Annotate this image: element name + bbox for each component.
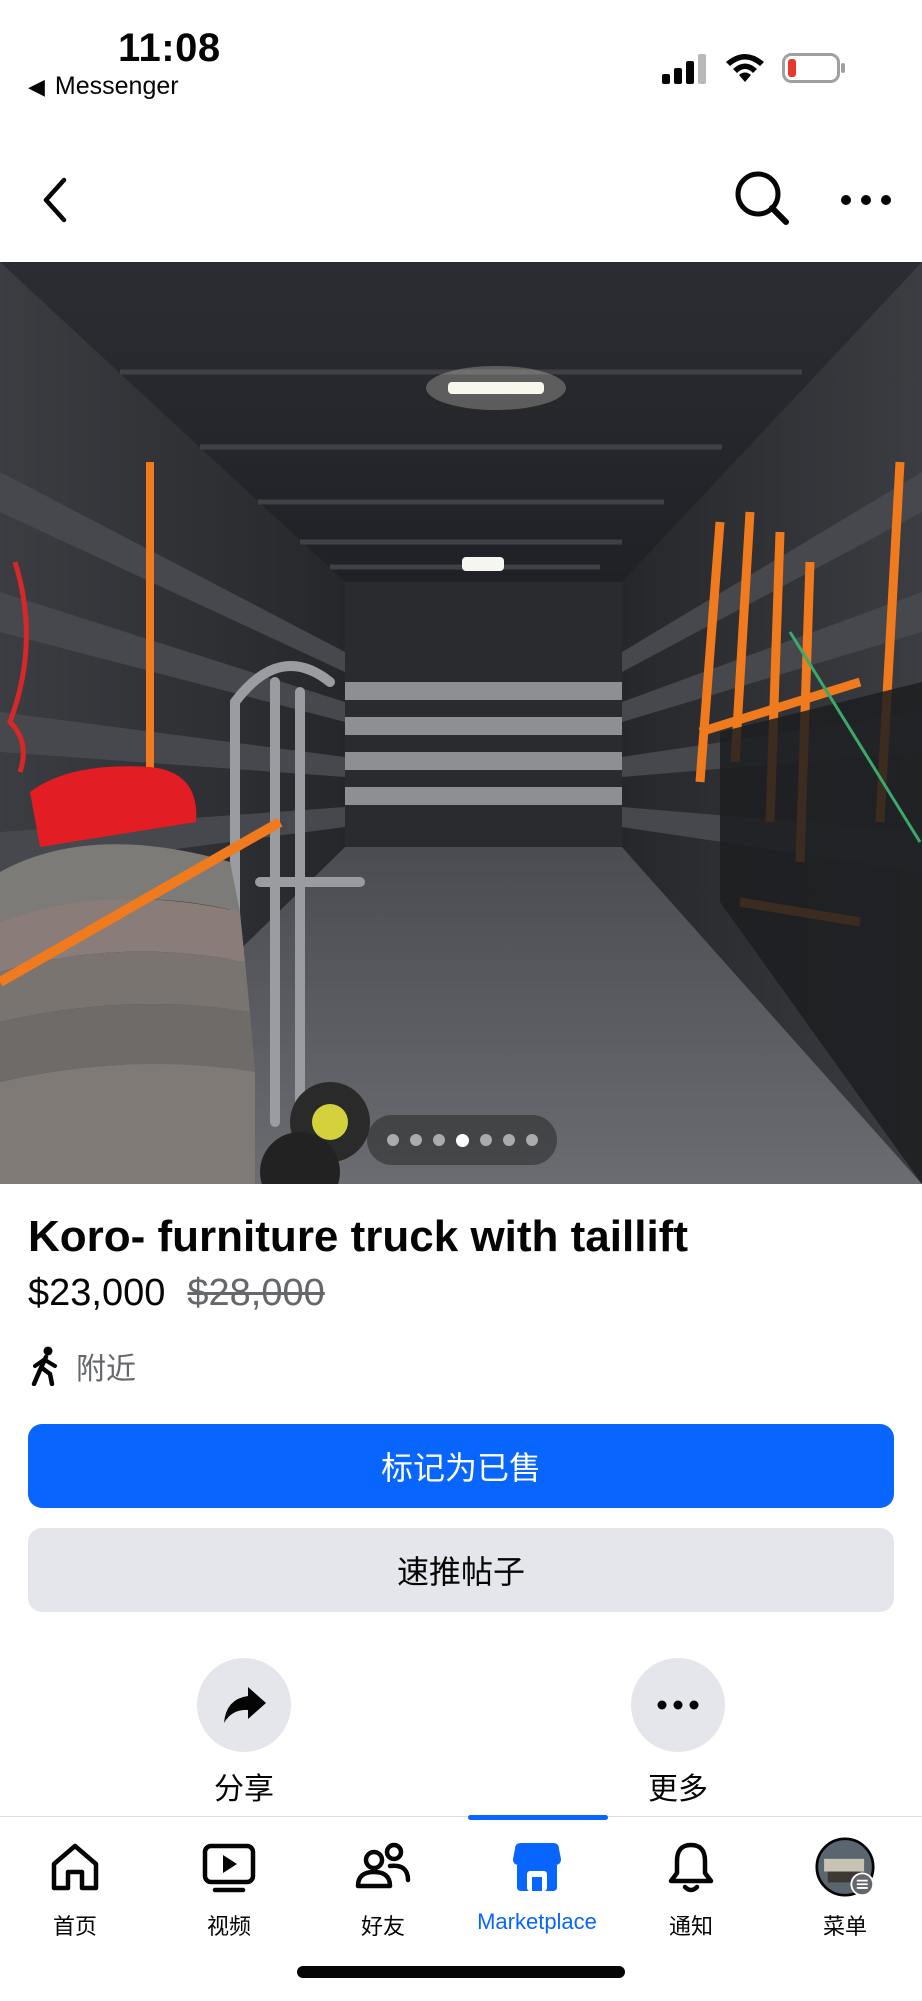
top-nav-bar [0, 160, 922, 240]
photo-pagination [367, 1115, 557, 1165]
pagination-dot [409, 1134, 422, 1146]
home-indicator [297, 1966, 625, 1978]
tab-menu-label: 菜单 [822, 1914, 867, 1939]
tab-marketplace[interactable]: Marketplace [460, 1837, 614, 1935]
more-label: 更多 [648, 1773, 708, 1806]
current-price: $23,000 [28, 1272, 166, 1314]
more-action[interactable]: 更多 [608, 1658, 748, 1808]
share-label: 分享 [214, 1773, 274, 1806]
pagination-dot [432, 1134, 445, 1146]
search-icon[interactable] [732, 168, 792, 228]
truck-interior-image [0, 262, 922, 1184]
tab-home-label: 首页 [52, 1914, 97, 1939]
tab-friends-label: 好友 [360, 1914, 405, 1939]
chevron-left-icon[interactable] [36, 174, 76, 226]
back-to-app-link[interactable]: ◀ Messenger [28, 72, 179, 101]
pagination-dot [502, 1134, 515, 1146]
back-app-label: Messenger [54, 72, 179, 100]
location-row: 附近 [28, 1344, 136, 1388]
location-label: 附近 [76, 1353, 136, 1386]
share-action[interactable]: 分享 [174, 1658, 314, 1808]
tab-video[interactable]: 视频 [152, 1837, 306, 1941]
pagination-dot [479, 1134, 492, 1146]
tab-notifications[interactable]: 通知 [614, 1837, 768, 1941]
price-row: $23,000 $28,000 [28, 1272, 325, 1315]
listing-photo[interactable] [0, 262, 922, 1184]
more-horizontal-icon[interactable] [838, 180, 894, 220]
friends-icon [355, 1842, 411, 1889]
marketplace-icon [513, 1843, 561, 1891]
video-icon [202, 1843, 256, 1893]
pagination-dot-active [455, 1133, 469, 1147]
mark-as-sold-button[interactable]: 标记为已售 [28, 1424, 894, 1508]
original-price: $28,000 [187, 1272, 325, 1314]
tab-home[interactable]: 首页 [0, 1837, 152, 1941]
pagination-dot [525, 1134, 538, 1146]
bell-icon [668, 1842, 714, 1893]
back-triangle-icon: ◀ [28, 73, 45, 99]
tab-notifications-label: 通知 [668, 1914, 713, 1939]
status-bar: 11:08 ◀ Messenger [0, 0, 922, 110]
battery-low-icon [782, 53, 845, 83]
listing-title: Koro- furniture truck with taillift [28, 1212, 688, 1261]
share-arrow-icon [224, 1687, 266, 1723]
walking-person-icon [31, 1346, 57, 1386]
status-time: 11:08 [118, 26, 221, 70]
active-tab-indicator [468, 1815, 608, 1820]
tab-video-label: 视频 [206, 1914, 251, 1939]
pagination-dot [386, 1134, 399, 1146]
more-dots-icon [657, 1700, 699, 1710]
tab-friends[interactable]: 好友 [306, 1837, 460, 1941]
home-icon [51, 1843, 99, 1891]
share-button[interactable] [197, 1658, 291, 1752]
more-button[interactable] [631, 1658, 725, 1752]
avatar-menu-icon [815, 1837, 875, 1897]
tab-menu[interactable]: 菜单 [768, 1837, 922, 1941]
cellular-signal-icon [662, 54, 706, 84]
wifi-icon [726, 54, 764, 82]
tab-marketplace-label: Marketplace [477, 1909, 597, 1934]
boost-post-button[interactable]: 速推帖子 [28, 1528, 894, 1612]
